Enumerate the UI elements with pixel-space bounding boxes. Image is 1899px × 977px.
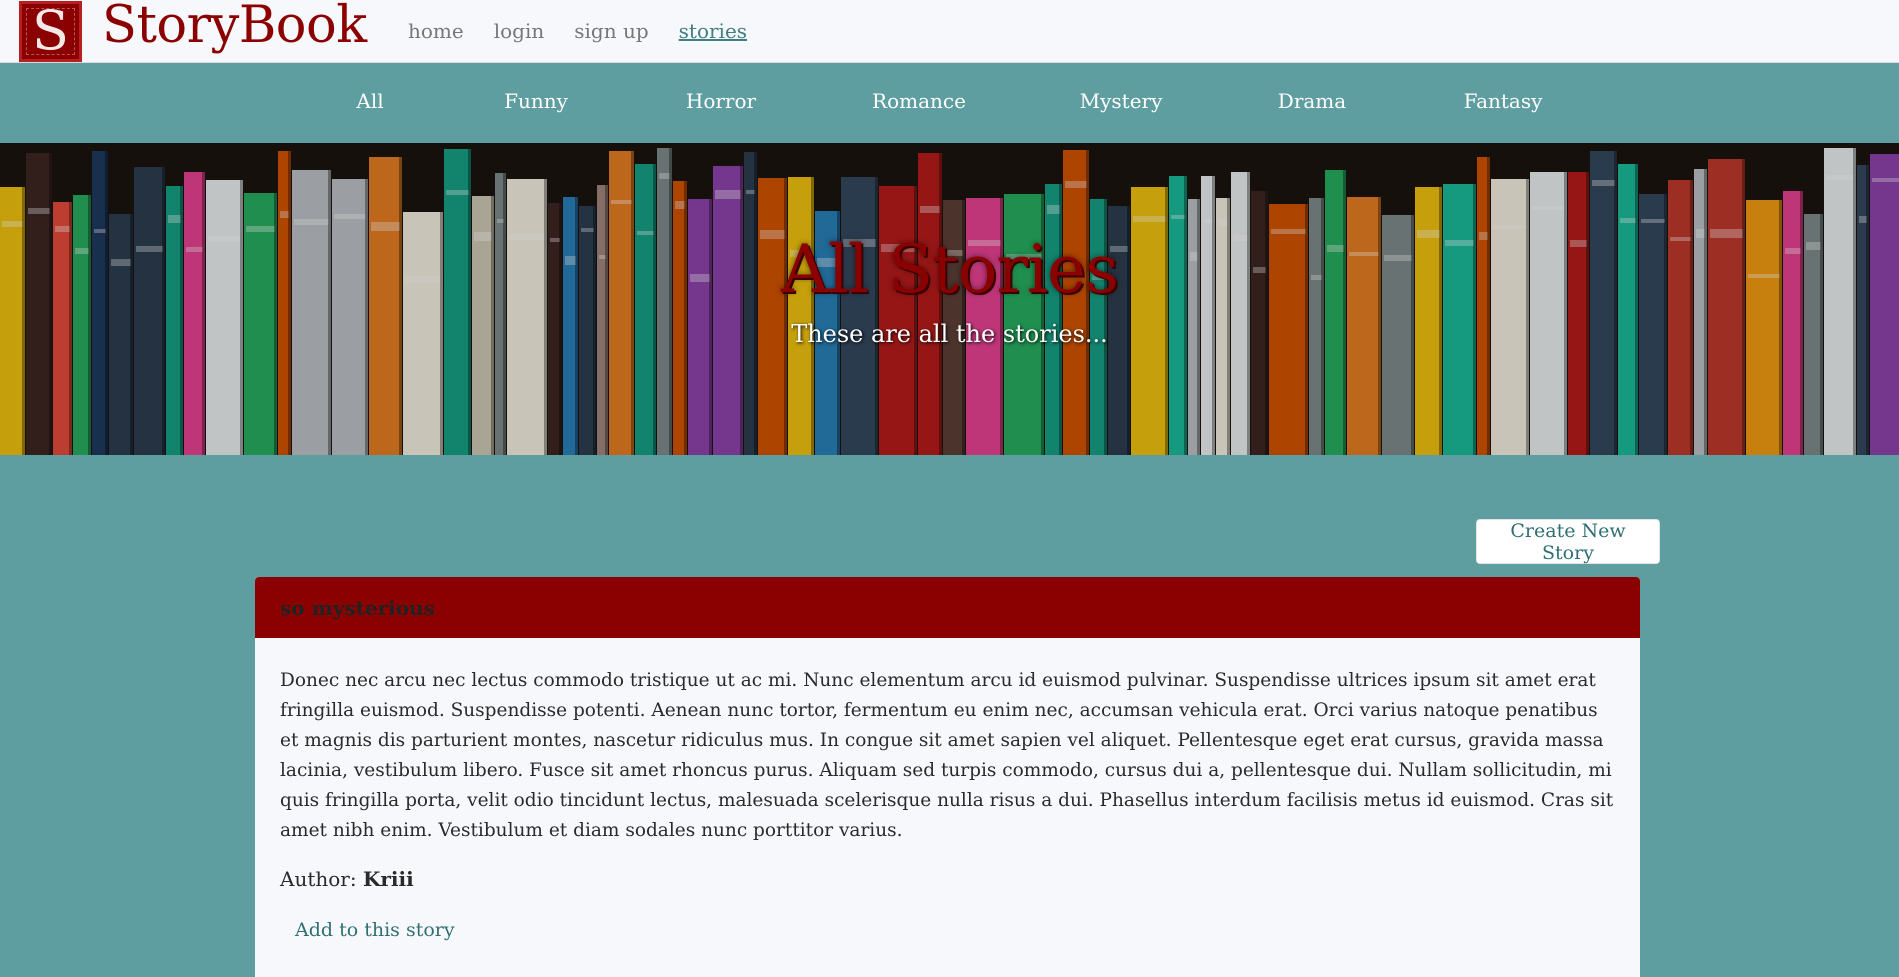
category-drama[interactable]: Drama bbox=[1278, 89, 1346, 113]
story-card-header: so mysterious bbox=[255, 577, 1640, 638]
category-funny[interactable]: Funny bbox=[504, 89, 568, 113]
create-new-story-button[interactable]: Create New Story bbox=[1476, 519, 1660, 564]
nav-home-link[interactable]: home bbox=[408, 19, 464, 43]
story-author: Author: Kriii bbox=[280, 867, 1615, 891]
hero-subtitle: These are all the stories... bbox=[791, 320, 1108, 348]
nav-stories-link[interactable]: stories bbox=[679, 19, 747, 43]
story-title[interactable]: so mysterious bbox=[280, 596, 435, 620]
category-mystery[interactable]: Mystery bbox=[1080, 89, 1163, 113]
hero-title: All Stories bbox=[781, 231, 1119, 308]
category-horror[interactable]: Horror bbox=[686, 89, 756, 113]
story-card: so mysterious Donec nec arcu nec lectus … bbox=[255, 577, 1640, 977]
author-name: Kriii bbox=[362, 867, 414, 891]
category-bar: All Funny Horror Romance Mystery Drama F… bbox=[0, 63, 1899, 143]
hero-banner: All Stories These are all the stories... bbox=[0, 143, 1899, 455]
category-all[interactable]: All bbox=[356, 89, 383, 113]
add-to-story-link[interactable]: Add to this story bbox=[295, 919, 455, 941]
story-card-body: Donec nec arcu nec lectus commodo tristi… bbox=[255, 638, 1640, 941]
nav-signup-link[interactable]: sign up bbox=[574, 19, 648, 43]
brand-name[interactable]: StoryBook bbox=[102, 0, 367, 56]
nav-login-link[interactable]: login bbox=[494, 19, 545, 43]
top-navbar: S StoryBook home login sign up stories bbox=[0, 0, 1899, 63]
logo[interactable]: S bbox=[19, 1, 82, 62]
category-fantasy[interactable]: Fantasy bbox=[1464, 89, 1543, 113]
story-text: Donec nec arcu nec lectus commodo tristi… bbox=[280, 670, 1614, 841]
main-nav: home login sign up stories bbox=[408, 19, 747, 43]
category-romance[interactable]: Romance bbox=[872, 89, 966, 113]
logo-border bbox=[26, 8, 75, 55]
author-label: Author: bbox=[280, 867, 357, 891]
